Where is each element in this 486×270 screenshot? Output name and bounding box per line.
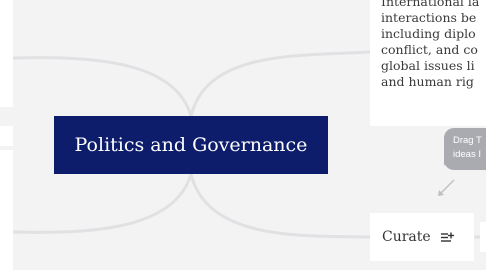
mind-map-canvas[interactable]: Politics and Governance International la… — [0, 0, 486, 270]
topic-note-text: International la interactions be includi… — [381, 0, 480, 89]
topic-note-card[interactable]: International la interactions be includi… — [370, 0, 486, 126]
central-topic-label: Politics and Governance — [74, 134, 308, 156]
curate-node[interactable]: Curate — [370, 213, 474, 261]
left-topic-card-top[interactable] — [0, 0, 13, 107]
sort-list-icon[interactable] — [440, 232, 454, 243]
curate-label: Curate — [382, 229, 431, 245]
connector-top-right — [189, 50, 371, 117]
connector-top-left — [12, 56, 193, 117]
left-topic-card-bottom[interactable] — [0, 150, 13, 270]
connector-bottom-right — [189, 173, 371, 239]
drag-hint-text: Drag T ideas I — [453, 135, 482, 160]
central-topic-node[interactable]: Politics and Governance — [54, 116, 328, 174]
right-topic-node-edge[interactable] — [480, 222, 486, 252]
left-topic-card-middle[interactable] — [0, 126, 13, 146]
drag-hint-tooltip: Drag T ideas I — [444, 128, 486, 170]
connector-bottom-left — [12, 173, 193, 234]
drag-arrow-icon — [438, 179, 455, 196]
